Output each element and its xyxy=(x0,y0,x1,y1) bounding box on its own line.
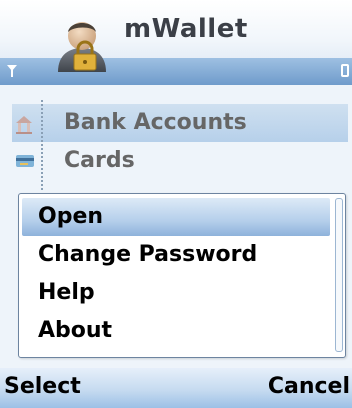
menu-scrollbar[interactable] xyxy=(335,198,343,352)
softkey-cancel[interactable]: Cancel xyxy=(268,374,350,399)
user-lock-icon xyxy=(58,22,106,72)
card-icon xyxy=(16,155,34,167)
list-item-cards[interactable]: Cards xyxy=(12,142,348,180)
menu-item-open[interactable]: Open xyxy=(22,198,330,236)
signal-icon xyxy=(7,65,17,77)
list-item-label: Bank Accounts xyxy=(64,110,247,135)
softkey-bar: Select Cancel xyxy=(0,368,352,408)
menu-item-change-password[interactable]: Change Password xyxy=(22,236,330,274)
options-menu: Open Change Password Help About xyxy=(18,193,346,358)
battery-icon xyxy=(341,64,349,77)
list-item-label: Cards xyxy=(64,148,135,173)
app-title: mWallet xyxy=(124,14,248,44)
softkey-select[interactable]: Select xyxy=(4,374,81,399)
menu-item-about[interactable]: About xyxy=(22,312,330,350)
bank-icon xyxy=(16,116,32,134)
menu-item-help[interactable]: Help xyxy=(22,274,330,312)
list-item-bank-accounts[interactable]: Bank Accounts xyxy=(12,104,348,142)
list-divider xyxy=(41,100,43,190)
